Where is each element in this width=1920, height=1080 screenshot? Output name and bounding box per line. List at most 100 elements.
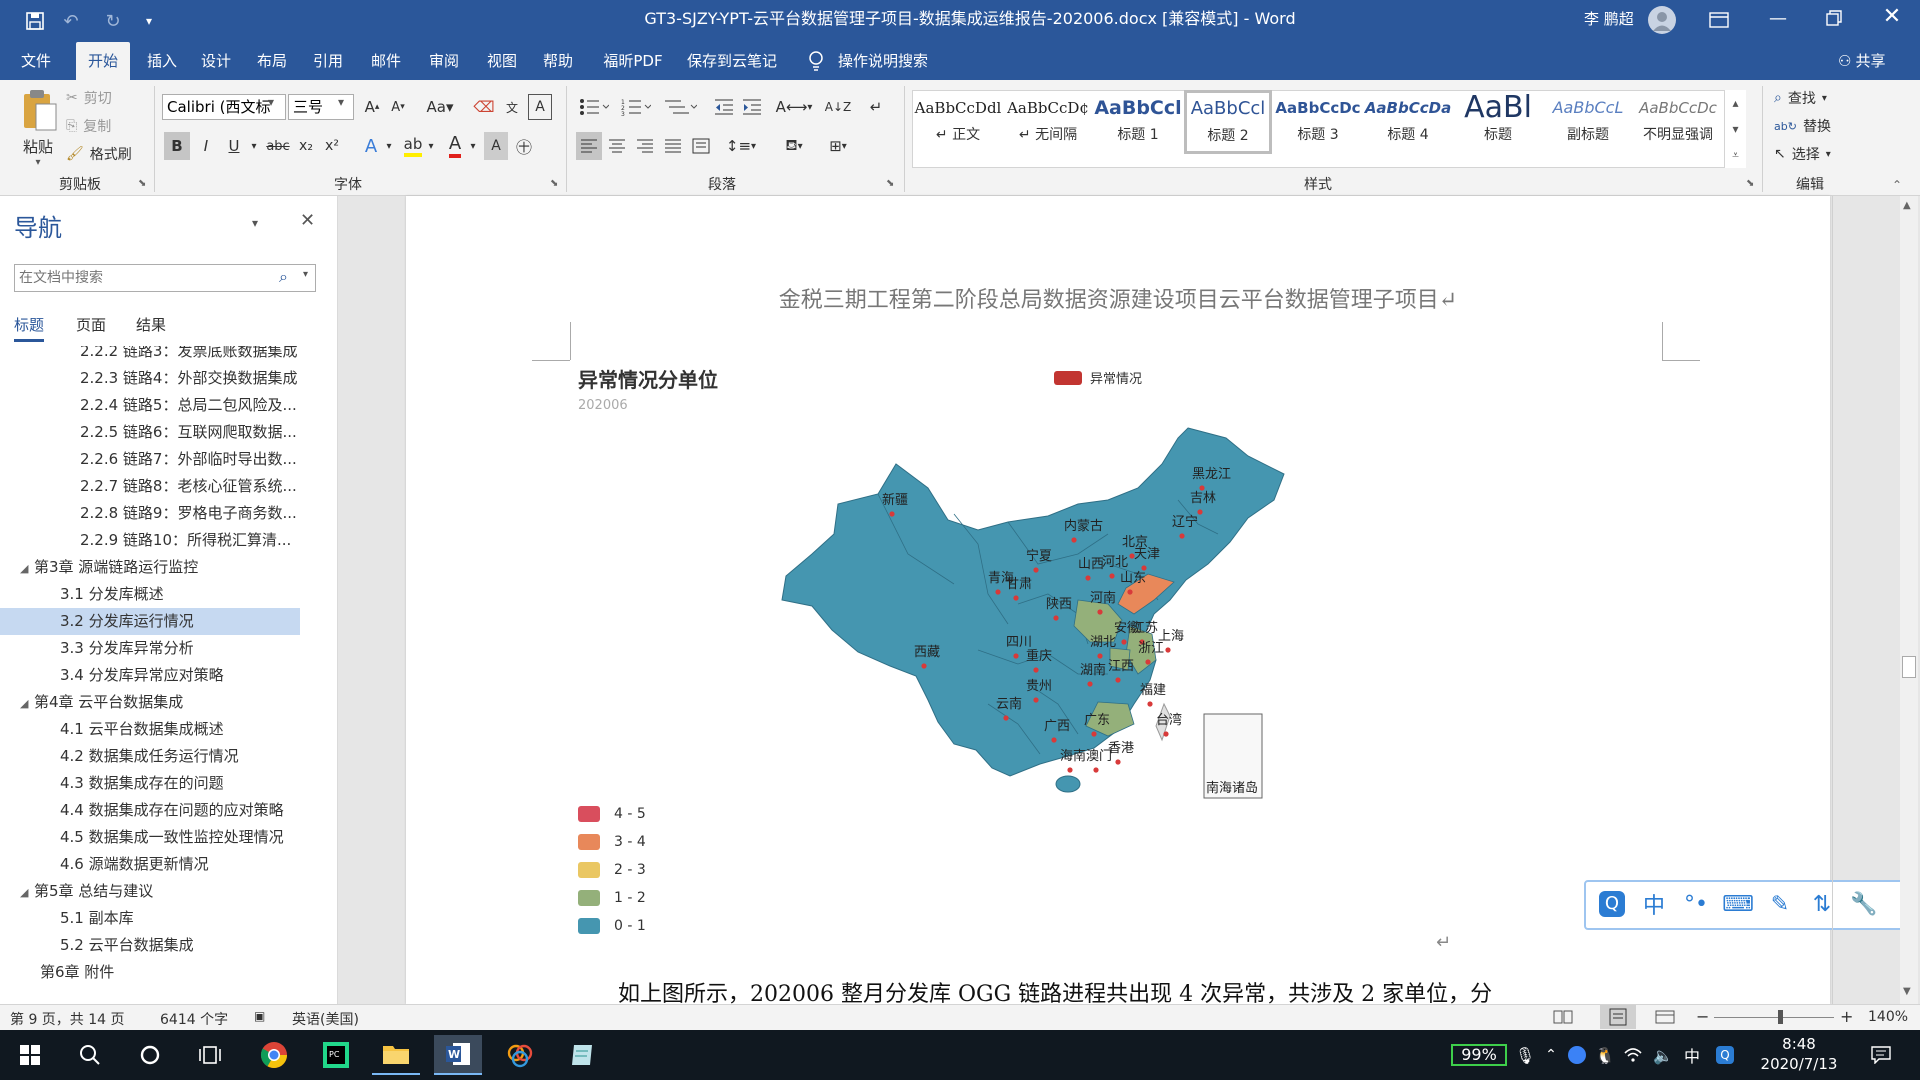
region-marker[interactable]: [1093, 767, 1099, 773]
ime-logo-icon[interactable]: Q: [1592, 882, 1632, 926]
visual-map-legend[interactable]: 4 - 5 3 - 4 2 - 3 1 - 2 0 - 1: [578, 804, 698, 944]
multilevel-list-button[interactable]: [660, 94, 700, 120]
paragraph-launcher-icon[interactable]: ⬊: [886, 178, 894, 189]
region-marker[interactable]: [1127, 589, 1133, 595]
font-color-icon[interactable]: A: [442, 132, 468, 160]
zoom-in-icon[interactable]: +: [1840, 1007, 1853, 1026]
italic-button[interactable]: I: [194, 132, 218, 160]
underline-dropdown-icon[interactable]: ▾: [248, 132, 260, 160]
minimize-icon[interactable]: —: [1766, 8, 1790, 32]
justify-button[interactable]: [660, 132, 686, 160]
nav-heading-item[interactable]: 第6章 附件: [0, 959, 336, 986]
tab-mailings[interactable]: 邮件: [364, 42, 408, 80]
qq-icon[interactable]: 🐧: [1592, 1030, 1618, 1080]
nav-options-icon[interactable]: ▾: [252, 216, 258, 230]
region-marker[interactable]: [1003, 715, 1009, 721]
nav-heading-item[interactable]: 2.2.2 链路3：发票底账数据集成: [0, 346, 336, 365]
region-marker[interactable]: [1197, 509, 1203, 515]
nav-heading-item[interactable]: 2.2.9 链路10：所得税汇算清...: [0, 527, 336, 554]
tab-insert[interactable]: 插入: [140, 42, 184, 80]
user-name[interactable]: 李 鹏超: [1584, 0, 1634, 42]
region-marker[interactable]: [1115, 677, 1121, 683]
underline-button[interactable]: U: [222, 132, 246, 160]
region-marker[interactable]: [1091, 731, 1097, 737]
nav-heading-item[interactable]: ◢ 第3章 源端链路运行监控: [0, 554, 336, 581]
tab-design[interactable]: 设计: [194, 42, 238, 80]
zoom-slider-thumb[interactable]: [1778, 1010, 1783, 1024]
find-button[interactable]: ⌕ 查找 ▾: [1774, 88, 1827, 108]
cortana-icon[interactable]: [126, 1035, 174, 1075]
collapse-caret-icon[interactable]: ◢: [20, 879, 34, 905]
ime-handwrite-icon[interactable]: ✎: [1760, 882, 1800, 926]
web-layout-icon[interactable]: [1654, 1008, 1676, 1026]
ime-voice-icon[interactable]: ⇅: [1802, 882, 1842, 926]
region-marker[interactable]: [1145, 659, 1151, 665]
paste-dropdown-icon[interactable]: ▾: [16, 157, 60, 168]
style-subtitle[interactable]: AaBbCcL 副标题: [1544, 92, 1632, 152]
nav-close-icon[interactable]: ✕: [300, 210, 315, 231]
font-launcher-icon[interactable]: ⬊: [550, 178, 558, 189]
nav-heading-item[interactable]: 5.1 副本库: [0, 905, 300, 932]
scroll-thumb[interactable]: [1902, 656, 1916, 678]
font-color-dropdown-icon[interactable]: ▾: [468, 132, 478, 160]
scale-legend-item[interactable]: 3 - 4: [578, 832, 646, 852]
ime-settings-icon[interactable]: 🔧: [1844, 882, 1884, 926]
nav-heading-item[interactable]: 3.4 分发库异常应对策略: [0, 662, 300, 689]
distributed-button[interactable]: [688, 132, 714, 160]
vertical-scrollbar[interactable]: ▲ ▼: [1900, 196, 1918, 1004]
nav-heading-item[interactable]: 4.2 数据集成任务运行情况: [0, 743, 300, 770]
region-marker[interactable]: [1121, 639, 1127, 645]
tab-foxit-pdf[interactable]: 福昕PDF: [594, 42, 672, 80]
file-explorer-icon[interactable]: [372, 1035, 420, 1075]
style-normal[interactable]: AaBbCcDdl ↵ 正文: [914, 92, 1002, 152]
notes-app-icon[interactable]: [558, 1035, 606, 1075]
redo-icon[interactable]: ↻: [100, 8, 126, 34]
nav-heading-item[interactable]: ◢ 第5章 总结与建议: [0, 878, 336, 905]
battery-indicator[interactable]: 99%: [1451, 1044, 1507, 1066]
scale-legend-item[interactable]: 4 - 5: [578, 804, 646, 824]
nav-heading-item[interactable]: 5.2 云平台数据集成: [0, 932, 300, 959]
enclose-characters-icon[interactable]: ㊉: [512, 132, 536, 160]
tab-help[interactable]: 帮助: [536, 42, 580, 80]
search-dropdown-icon[interactable]: ▾: [303, 269, 308, 280]
style-heading-1[interactable]: AaBbCcl 标题 1: [1094, 92, 1182, 152]
nav-heading-item[interactable]: 2.2.7 链路8：老核心征管系统...: [0, 473, 336, 500]
character-shading-icon[interactable]: A: [484, 132, 508, 160]
style-title[interactable]: AaBl 标题: [1454, 92, 1542, 152]
avatar[interactable]: [1648, 6, 1676, 34]
increase-indent-icon[interactable]: [740, 94, 764, 120]
scale-legend-item[interactable]: 2 - 3: [578, 860, 646, 880]
region-marker[interactable]: [1085, 575, 1091, 581]
network-app-icon[interactable]: [1564, 1030, 1590, 1080]
collapse-caret-icon[interactable]: ◢: [20, 555, 34, 581]
wifi-icon[interactable]: [1620, 1030, 1646, 1080]
shading-button[interactable]: ⛾ ▾: [776, 132, 812, 160]
ime-keyboard-icon[interactable]: ⌨: [1718, 882, 1758, 926]
nav-heading-item[interactable]: 3.2 分发库运行情况: [0, 608, 300, 635]
highlight-icon[interactable]: ab: [400, 132, 426, 160]
nav-heading-item[interactable]: ◢ 第4章 云平台数据集成: [0, 689, 336, 716]
ime-punctuation-icon[interactable]: °•: [1676, 882, 1716, 926]
styles-launcher-icon[interactable]: ⬊: [1746, 178, 1754, 189]
show-hidden-icons[interactable]: ⌃: [1540, 1030, 1562, 1080]
ribbon-display-options-icon[interactable]: [1708, 10, 1730, 30]
nav-tab-results[interactable]: 结果: [136, 314, 166, 335]
strikethrough-button[interactable]: abc: [264, 132, 292, 160]
chrome-icon[interactable]: [250, 1035, 298, 1075]
undo-icon[interactable]: ↶: [58, 8, 84, 34]
tab-references[interactable]: 引用: [306, 42, 350, 80]
scale-legend-item[interactable]: 1 - 2: [578, 888, 646, 908]
show-marks-icon[interactable]: ↵: [864, 94, 888, 120]
decrease-indent-icon[interactable]: [712, 94, 736, 120]
nav-search-input[interactable]: [15, 265, 265, 291]
nav-heading-item[interactable]: 2.2.5 链路6：互联网爬取数据...: [0, 419, 336, 446]
region-marker[interactable]: [1071, 537, 1077, 543]
paste-button[interactable]: 粘贴 ▾: [16, 88, 60, 168]
language[interactable]: 英语(美国): [292, 1009, 359, 1029]
nav-heading-item[interactable]: 4.1 云平台数据集成概述: [0, 716, 300, 743]
align-left-button[interactable]: [576, 132, 602, 160]
region-marker[interactable]: [1179, 533, 1185, 539]
tab-view[interactable]: 视图: [480, 42, 524, 80]
nav-heading-item[interactable]: 2.2.4 链路5：总局二包风险及...: [0, 392, 336, 419]
clear-formatting-icon[interactable]: ⌫: [472, 94, 496, 120]
